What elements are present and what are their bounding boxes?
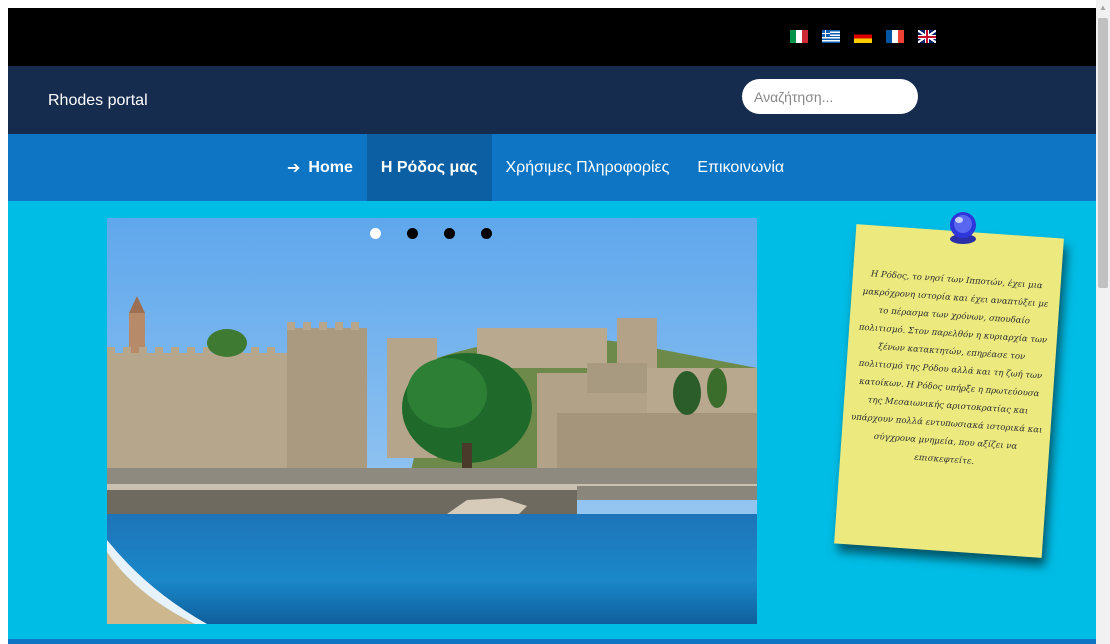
nav-item-contact[interactable]: Επικοινωνία <box>683 134 798 201</box>
note-paper: Η Ρόδος, το νησί των Ιπποτών, έχει μια μ… <box>834 224 1064 558</box>
pushpin-icon <box>950 212 976 244</box>
browser-viewport: Rhodes portal ➔ Home Η Ρόδος μας Χρήσιμε… <box>0 0 1110 644</box>
slider-dot[interactable] <box>370 228 381 239</box>
flag-germany-icon[interactable] <box>854 30 872 43</box>
flag-uk-icon[interactable] <box>918 30 936 43</box>
flag-france-icon[interactable] <box>886 30 904 43</box>
scroll-up-arrow-icon[interactable]: ▲ <box>1096 0 1110 16</box>
nav-item-label: Η Ρόδος μας <box>380 158 478 176</box>
sticky-note: Η Ρόδος, το νησί των Ιπποτών, έχει μια μ… <box>830 212 1068 561</box>
main-content: Η Ρόδος, το νησί των Ιπποτών, έχει μια μ… <box>8 201 1096 639</box>
slider-dot[interactable] <box>444 228 455 239</box>
language-switcher <box>790 30 936 43</box>
search-input[interactable] <box>742 79 918 114</box>
nav-item-home[interactable]: ➔ Home <box>273 134 367 201</box>
flag-greece-icon[interactable] <box>822 30 840 43</box>
nav-item-label: Χρήσιμες Πληροφορίες <box>505 158 670 176</box>
nav-item-our-rhodes[interactable]: Η Ρόδος μας <box>366 134 492 201</box>
site-header: Rhodes portal <box>8 66 1096 134</box>
image-slider[interactable] <box>107 218 757 624</box>
top-bar <box>8 8 1096 66</box>
slider-dots <box>370 228 492 239</box>
footer-strip <box>8 639 1096 644</box>
main-nav: ➔ Home Η Ρόδος μας Χρήσιμες Πληροφορίες … <box>8 134 1096 201</box>
note-text: Η Ρόδος, το νησί των Ιπποτών, έχει μια μ… <box>850 269 1049 467</box>
vertical-scrollbar[interactable]: ▲ <box>1096 0 1110 644</box>
nav-item-label: Home <box>308 158 353 176</box>
nav-item-label: Επικοινωνία <box>697 158 785 176</box>
flag-italy-icon[interactable] <box>790 30 808 43</box>
nav-item-useful-info[interactable]: Χρήσιμες Πληροφορίες <box>492 134 684 201</box>
brand-link[interactable]: Rhodes portal <box>48 92 148 110</box>
slider-dot[interactable] <box>407 228 418 239</box>
slider-dot[interactable] <box>481 228 492 239</box>
slide-image <box>107 218 757 624</box>
arrow-right-icon: ➔ <box>287 159 301 177</box>
scroll-thumb[interactable] <box>1098 18 1108 288</box>
